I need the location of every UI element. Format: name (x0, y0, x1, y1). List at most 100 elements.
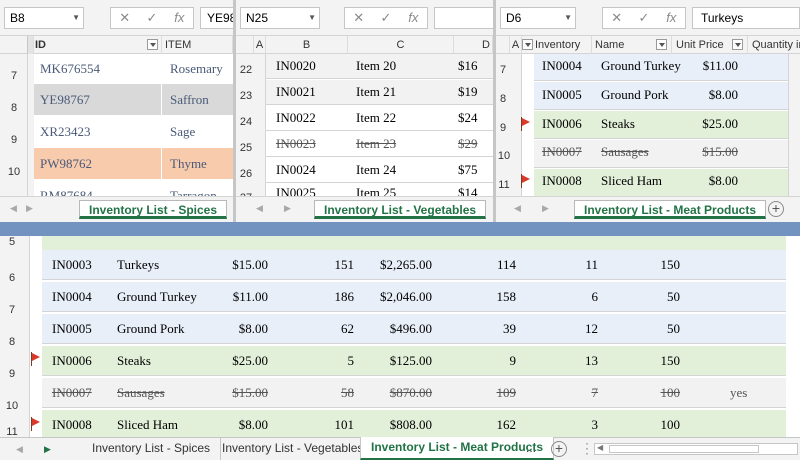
cell-item[interactable]: Item 22 (356, 110, 396, 126)
cell-reorder-level[interactable]: 9 (462, 346, 517, 376)
scroll-right-icon[interactable]: ▶ (26, 203, 33, 214)
row-number[interactable]: 8 (0, 336, 24, 348)
row-number[interactable]: 8 (0, 102, 28, 114)
cell-reorder-qty[interactable]: 100 (622, 378, 681, 408)
cell-item[interactable]: Sage (162, 116, 233, 147)
cell-discontinued[interactable]: yes (730, 378, 747, 408)
tab-inventory-meat-products[interactable]: Inventory List - Meat Products (574, 200, 767, 219)
function-icon[interactable]: fx (660, 8, 682, 28)
cell-id[interactable]: IN0005 (542, 87, 582, 103)
scroll-left-icon[interactable]: ◀ (16, 444, 23, 455)
col-header-d[interactable]: D (454, 36, 493, 54)
tab-inventory-vegetables[interactable]: Inventory List - Vegetables (314, 200, 487, 219)
cell-price[interactable]: $25.00 (202, 346, 268, 376)
cell-reorder-qty[interactable]: 50 (622, 314, 680, 344)
cell-price[interactable]: $8.00 (202, 314, 268, 344)
row-number[interactable]: 10 (496, 150, 512, 162)
table-row[interactable]: IN0004 Ground Turkey $11.00 186 $2,046.0… (42, 282, 786, 312)
cell-value[interactable]: $496.00 (358, 314, 432, 344)
tab-split-handle[interactable]: ⋮ (580, 440, 594, 457)
col-header-id[interactable]: ID (34, 36, 162, 54)
scroll-right-icon[interactable]: ▶ (284, 203, 291, 214)
cell-value[interactable]: $808.00 (358, 410, 432, 437)
scroll-left-icon[interactable]: ◀ (514, 203, 521, 214)
cell-reorder-qty[interactable]: 100 (622, 410, 681, 437)
cell-id[interactable]: IN0006 (542, 116, 582, 132)
row-number[interactable]: 9 (0, 134, 28, 146)
cell-id[interactable]: XR23423 (34, 116, 162, 147)
add-sheet-button[interactable]: + (768, 201, 784, 217)
cell-price[interactable]: $8.00 (682, 87, 738, 103)
cell-price[interactable]: $11.00 (682, 58, 738, 74)
cell-id[interactable]: IN0006 (52, 346, 92, 376)
col-header-a[interactable]: A (254, 36, 266, 54)
cell-qty[interactable]: 5 (288, 346, 355, 376)
cell-id[interactable]: IN0021 (276, 84, 316, 100)
cell-name[interactable]: Ground Pork (601, 87, 669, 103)
cancel-icon[interactable]: ✕ (348, 8, 370, 28)
enter-icon[interactable]: ✓ (375, 8, 397, 28)
row-number[interactable]: 24 (236, 116, 256, 128)
tab-inventory-vegetables[interactable]: Inventory List - Vegetables (212, 438, 375, 460)
table-row[interactable]: IN0008 Sliced Ham $8.00 101 $808.00 162 … (42, 410, 786, 437)
cell-item-selected[interactable]: Saffron (162, 84, 233, 115)
select-all-corner[interactable] (496, 36, 510, 54)
cell-name[interactable]: Ground Turkey (601, 58, 681, 74)
row-number[interactable]: 11 (0, 426, 24, 437)
cell-name[interactable]: Steaks (117, 346, 151, 376)
cell-qty[interactable]: 58 (288, 378, 354, 408)
cancel-icon[interactable]: ✕ (114, 8, 136, 28)
cell-reorder-level[interactable]: 158 (462, 282, 517, 312)
row-number[interactable]: 10 (0, 166, 28, 178)
cell-reorder-time[interactable]: 11 (542, 250, 598, 280)
vertical-scrollbar[interactable] (788, 54, 800, 196)
cell-id[interactable]: IN0004 (542, 58, 582, 74)
col-header-inventory[interactable]: Inventory (522, 36, 592, 54)
row-number[interactable]: 22 (236, 64, 256, 76)
filter-dropdown-icon[interactable] (147, 39, 158, 50)
cell-name[interactable]: Ground Pork (117, 314, 185, 344)
cell-id[interactable]: IN0020 (276, 58, 316, 74)
formula-input[interactable]: Turkeys (692, 7, 800, 29)
cell-item-discontinued[interactable]: Item 23 (356, 136, 396, 152)
name-box[interactable]: B8 ▼ (4, 7, 84, 29)
cell-qty[interactable]: 151 (288, 250, 355, 280)
cell-reorder-time[interactable]: 7 (542, 378, 599, 408)
cell-value[interactable]: $24 (458, 110, 478, 126)
cell-price[interactable]: $11.00 (202, 282, 268, 312)
cell-id[interactable]: MK676554 (34, 54, 162, 84)
cell-item[interactable]: Item 24 (356, 162, 396, 178)
col-header-quantity[interactable]: Quantity in (748, 36, 800, 54)
cell-reorder-time[interactable]: 3 (542, 410, 599, 437)
enter-icon[interactable]: ✓ (141, 8, 163, 28)
row-number[interactable]: 9 (496, 122, 510, 134)
cell-name[interactable]: Sliced Ham (117, 410, 178, 437)
cell-value[interactable]: $19 (458, 84, 478, 100)
cell-qty[interactable]: 101 (288, 410, 355, 437)
row-number[interactable]: 9 (0, 368, 24, 380)
cell-value[interactable]: $2,046.00 (358, 282, 432, 312)
row-number[interactable]: 11 (496, 179, 512, 191)
horizontal-pane-splitter[interactable] (0, 222, 800, 236)
select-all-corner[interactable] (236, 36, 254, 54)
cell-reorder-time[interactable]: 12 (542, 314, 598, 344)
more-sheets-button[interactable]: ... (522, 438, 540, 460)
chevron-down-icon[interactable]: ▼ (564, 8, 572, 28)
cell-id[interactable]: IN0008 (52, 410, 92, 437)
filter-dropdown-icon[interactable] (522, 39, 533, 50)
scroll-left-icon[interactable]: ◀ (256, 203, 263, 214)
function-icon[interactable]: fx (168, 8, 190, 28)
table-row[interactable]: IN0006 Steaks $25.00 5 $125.00 9 13 150 (42, 346, 786, 376)
cell-id-selected[interactable]: YE98767 (34, 84, 161, 115)
col-header-c[interactable]: C (348, 36, 454, 54)
cell-id[interactable]: IN0022 (276, 110, 316, 126)
horizontal-scrollbar[interactable]: ◀ (594, 443, 798, 455)
col-header-name[interactable]: Name (592, 36, 672, 54)
formula-input[interactable] (434, 7, 493, 29)
cell-name-discontinued[interactable]: Sausages (601, 144, 649, 160)
cell-value[interactable]: $75 (458, 162, 478, 178)
row-number[interactable]: 7 (0, 70, 28, 82)
filter-dropdown-icon[interactable] (732, 39, 743, 50)
name-box[interactable]: N25 ▼ (240, 7, 320, 29)
cancel-icon[interactable]: ✕ (606, 8, 628, 28)
